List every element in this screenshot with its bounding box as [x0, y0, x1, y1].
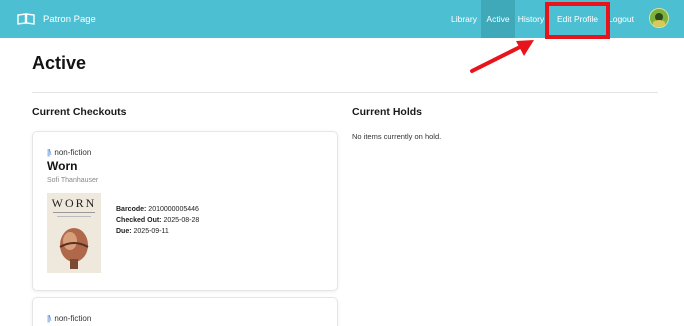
avatar-image-icon: [650, 9, 668, 27]
open-book-icon: [17, 13, 35, 25]
checked-out-value: 2025-08-28: [163, 217, 200, 224]
category-text: non-fiction: [54, 314, 92, 323]
books-icon: ||\: [47, 148, 52, 157]
holds-empty-message: No items currently on hold.: [352, 132, 442, 141]
avatar[interactable]: [649, 8, 669, 28]
cover-rule: [57, 216, 91, 217]
annotation-highlight-box: [545, 2, 610, 39]
category-text: non-fiction: [54, 148, 92, 157]
due-row: Due: 2025-09-11: [116, 226, 199, 237]
cover-rule: [53, 212, 95, 213]
divider: [32, 92, 658, 93]
checkout-card: ||\ non-fiction Worn Sofi Thanhauser WOR…: [32, 131, 338, 291]
book-author: Sofi Thanhauser: [47, 177, 99, 184]
nav-active[interactable]: Active: [481, 0, 515, 38]
cover-art-icon: [59, 228, 89, 269]
book-cover[interactable]: WORN: [47, 193, 101, 273]
nav-history[interactable]: History: [516, 0, 546, 38]
barcode-row: Barcode: 2010000005446: [116, 204, 199, 215]
category-label: ||\ non-fiction: [47, 148, 91, 157]
checked-out-row: Checked Out: 2025-08-28: [116, 215, 199, 226]
checked-out-label: Checked Out:: [116, 217, 162, 224]
book-title[interactable]: Worn: [47, 159, 77, 173]
cover-title: WORN: [51, 196, 97, 210]
barcode-value: 2010000005446: [148, 206, 199, 213]
books-icon: ||\: [47, 314, 52, 323]
barcode-label: Barcode:: [116, 206, 147, 213]
checkout-card: ||\ non-fiction: [32, 297, 338, 326]
page-title: Active: [32, 53, 87, 73]
nav-library[interactable]: Library: [450, 0, 478, 38]
brand-label: Patron Page: [43, 13, 96, 25]
brand-link[interactable]: Patron Page: [17, 9, 96, 29]
checkout-details: Barcode: 2010000005446 Checked Out: 2025…: [116, 204, 199, 237]
category-label: ||\ non-fiction: [47, 314, 91, 323]
holds-heading: Current Holds: [352, 106, 423, 118]
due-label: Due:: [116, 228, 132, 235]
checkouts-heading: Current Checkouts: [32, 106, 127, 118]
due-value: 2025-09-11: [133, 228, 169, 235]
annotation-arrow-icon: [470, 40, 534, 73]
nav-logout[interactable]: Logout: [607, 0, 635, 38]
